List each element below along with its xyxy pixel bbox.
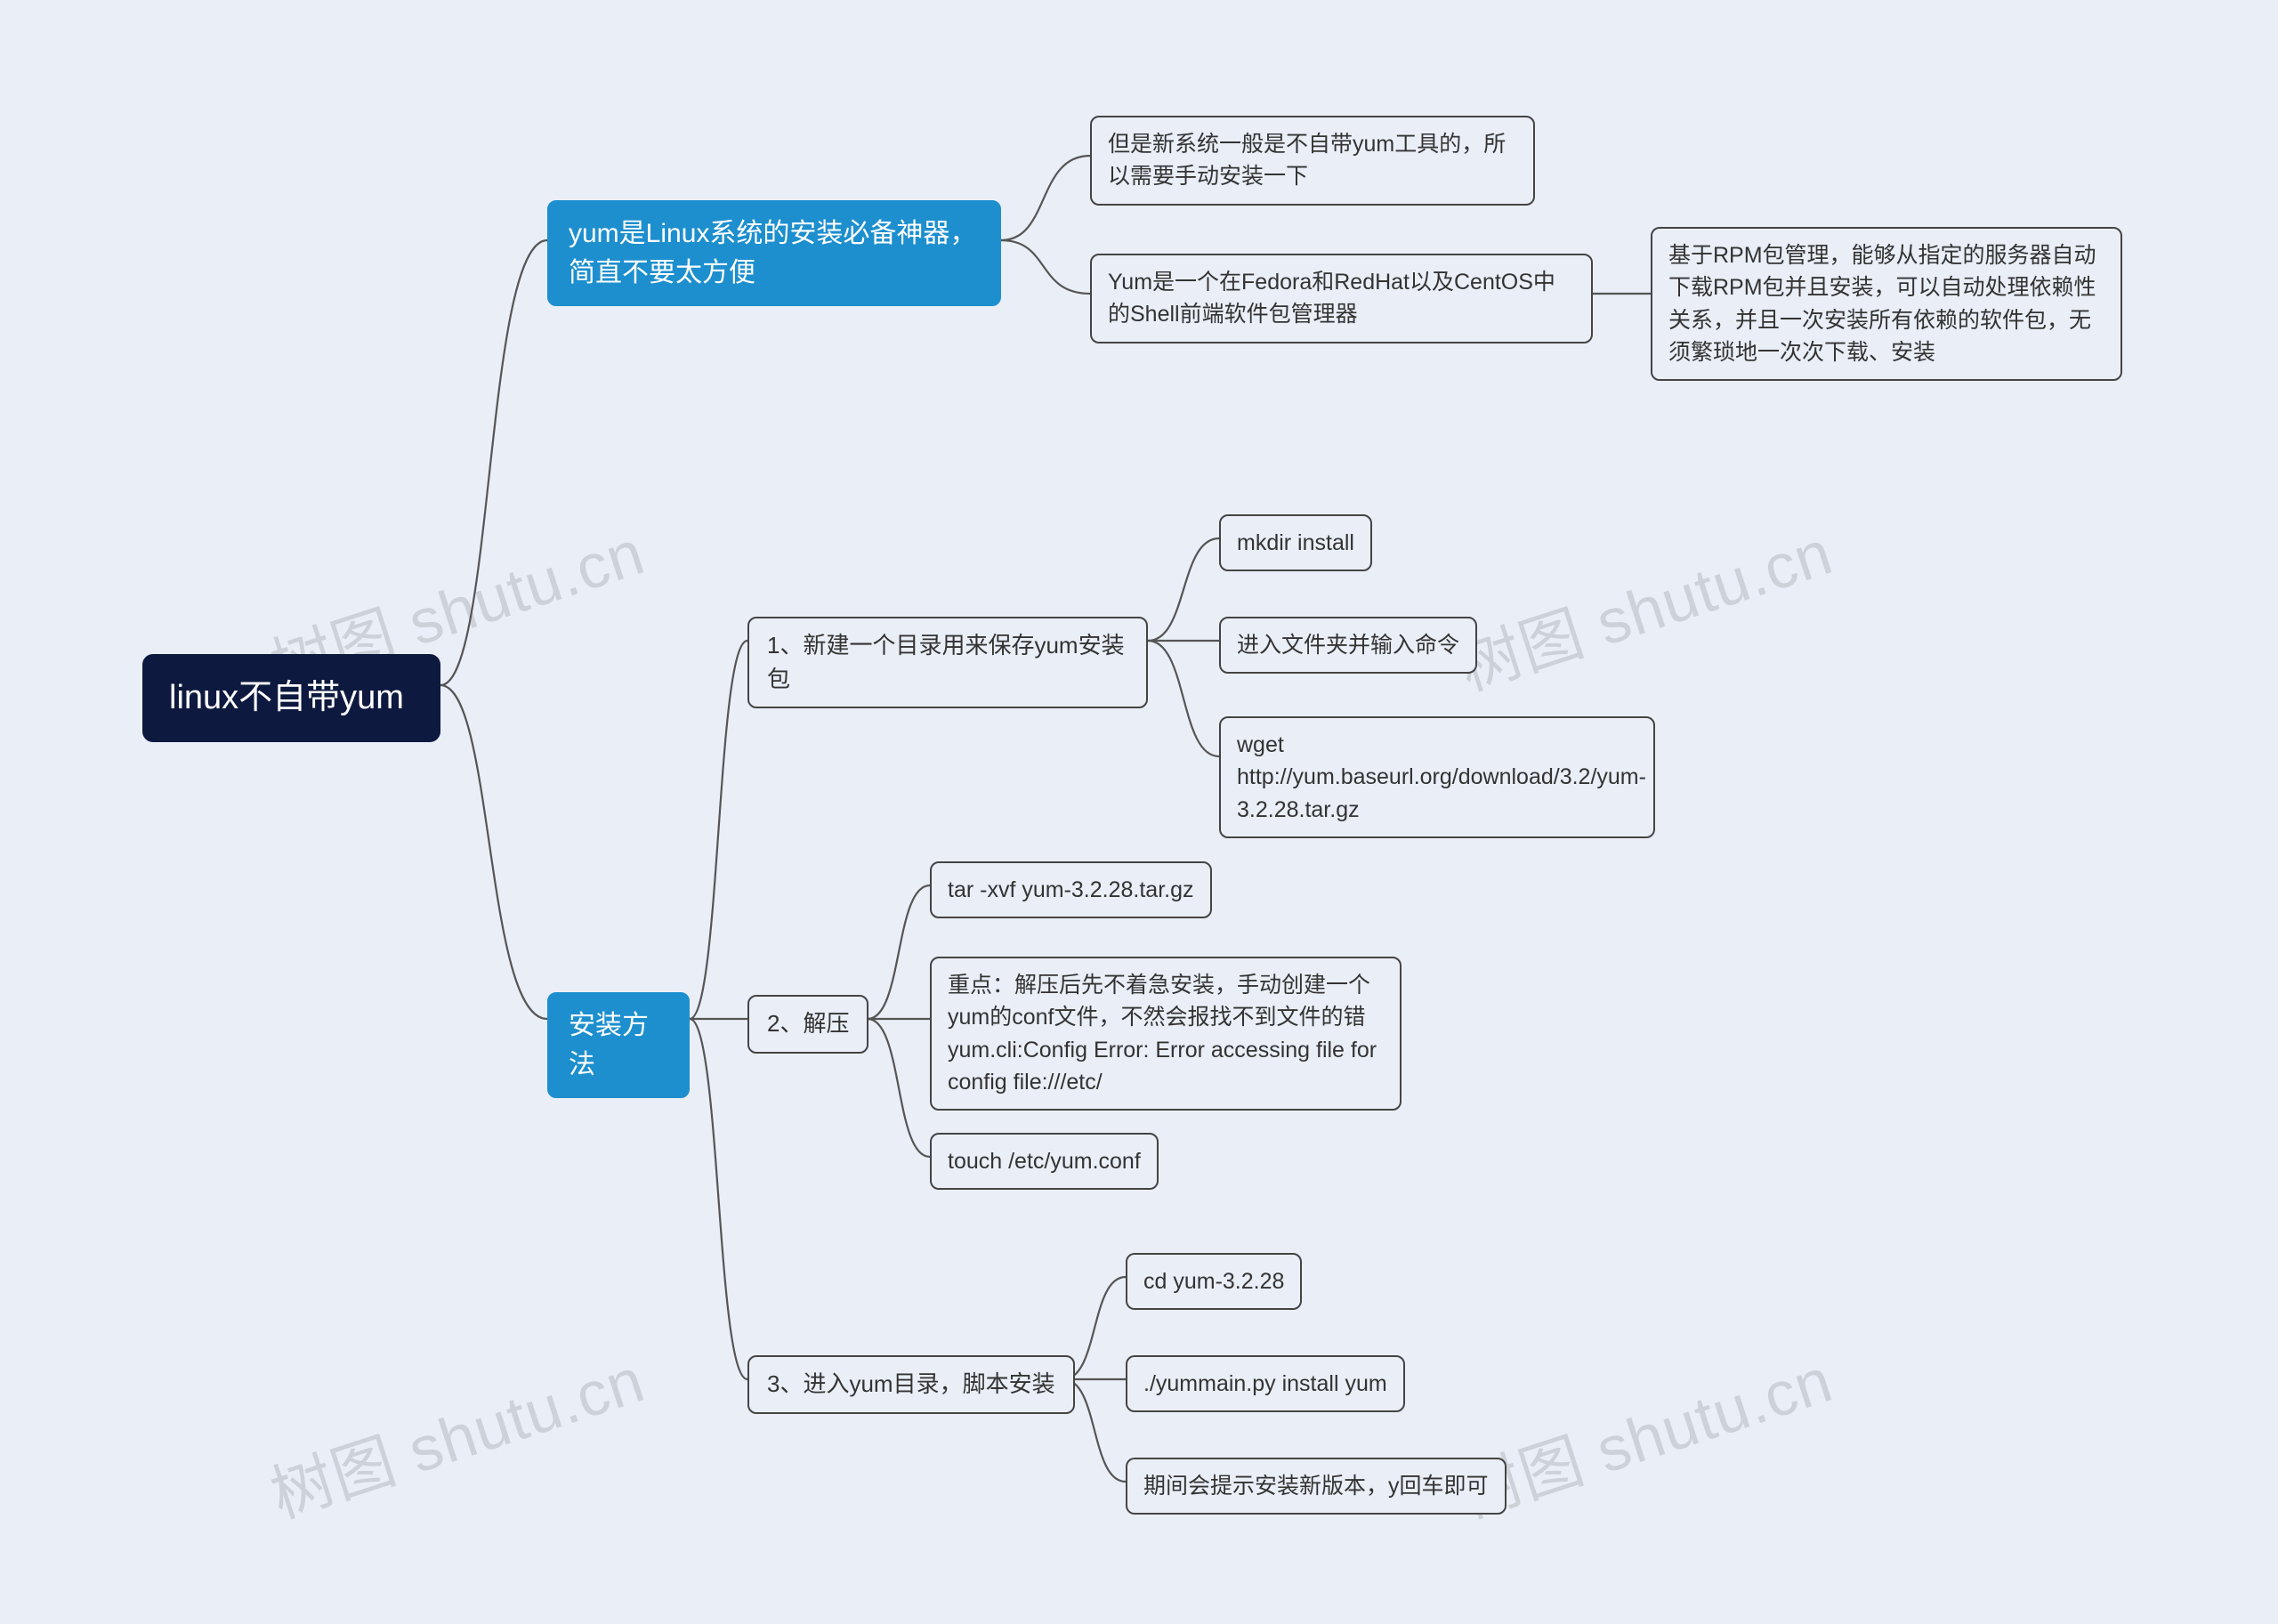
branch-install-method: 安装方法 (547, 992, 690, 1098)
watermark: 树图 shutu.cn (1446, 503, 1842, 708)
branch-yum-intro: yum是Linux系统的安装必备神器，简直不要太方便 (547, 200, 1001, 306)
root-node: linux不自带yum (142, 654, 440, 742)
leaf-mkdir: mkdir install (1219, 514, 1372, 571)
step-3: 3、进入yum目录，脚本安装 (747, 1355, 1075, 1414)
leaf-wget: wget http://yum.baseurl.org/download/3.2… (1219, 716, 1655, 838)
leaf-need-manual: 但是新系统一般是不自带yum工具的，所以需要手动安装一下 (1090, 116, 1535, 206)
leaf-cd-yum: cd yum-3.2.28 (1126, 1253, 1302, 1310)
step-2: 2、解压 (747, 995, 868, 1054)
watermark: 树图 shutu.cn (258, 1330, 654, 1536)
leaf-yum-fedora: Yum是一个在Fedora和RedHat以及CentOS中的Shell前端软件包… (1090, 254, 1593, 343)
leaf-cd-cmd: 进入文件夹并输入命令 (1219, 617, 1477, 674)
leaf-conf-note: 重点：解压后先不着急安装，手动创建一个yum的conf文件，不然会报找不到文件的… (930, 957, 1402, 1111)
leaf-prompt: 期间会提示安装新版本，y回车即可 (1126, 1458, 1507, 1515)
leaf-tar: tar -xvf yum-3.2.28.tar.gz (930, 861, 1212, 918)
leaf-yummain: ./yummain.py install yum (1126, 1355, 1405, 1412)
step-1: 1、新建一个目录用来保存yum安装包 (747, 617, 1148, 708)
leaf-touch: touch /etc/yum.conf (930, 1133, 1159, 1190)
leaf-rpm-desc: 基于RPM包管理，能够从指定的服务器自动下载RPM包并且安装，可以自动处理依赖性… (1651, 227, 2122, 381)
